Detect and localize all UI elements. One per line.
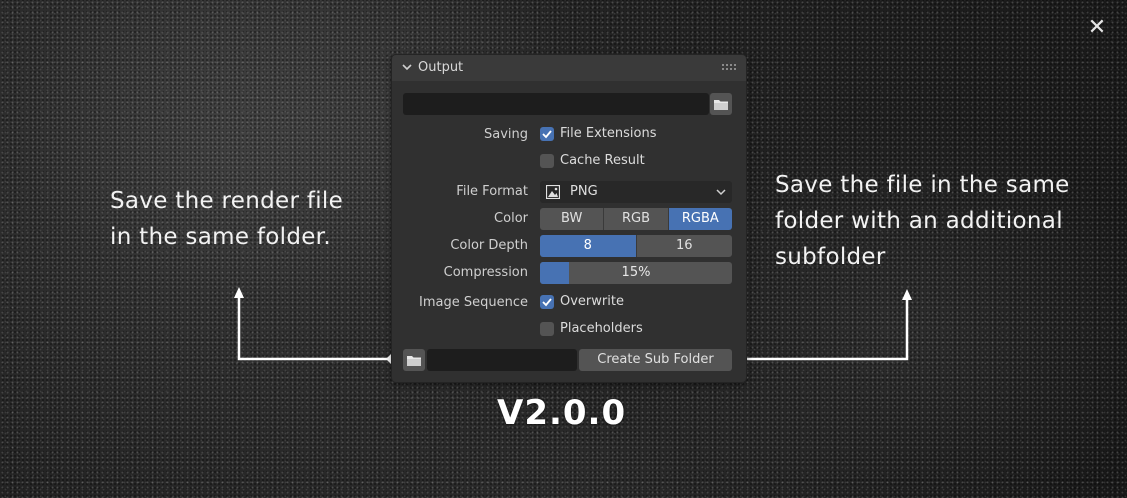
sub-folder-browse-button[interactable] bbox=[403, 349, 425, 371]
compression-value: 15% bbox=[621, 265, 651, 280]
checkmark-icon bbox=[542, 298, 552, 307]
file-format-dropdown[interactable]: PNG bbox=[540, 181, 732, 203]
image-sequence-label: Image Sequence bbox=[419, 295, 528, 310]
color-mode-selector: BW RGB RGBA bbox=[540, 208, 732, 230]
panel-header[interactable]: Output bbox=[392, 55, 746, 81]
cache-result-label: Cache Result bbox=[560, 153, 645, 168]
version-label: V2.0.0 bbox=[497, 393, 627, 433]
file-extensions-label: File Extensions bbox=[560, 126, 657, 141]
color-depth-option-8[interactable]: 8 bbox=[540, 235, 637, 257]
file-extensions-checkbox[interactable] bbox=[540, 127, 554, 141]
placeholders-label: Placeholders bbox=[560, 321, 643, 336]
sub-folder-path-field[interactable] bbox=[427, 349, 577, 371]
checkmark-icon bbox=[542, 130, 552, 139]
color-depth-option-16[interactable]: 16 bbox=[636, 235, 732, 257]
output-panel: Output Saving File Extensions Cache Resu… bbox=[392, 55, 746, 382]
compression-label: Compression bbox=[443, 265, 528, 280]
placeholders-checkbox[interactable] bbox=[540, 322, 554, 336]
color-option-rgb[interactable]: RGB bbox=[604, 208, 669, 230]
color-option-rgba[interactable]: RGBA bbox=[668, 208, 732, 230]
overwrite-checkbox[interactable] bbox=[540, 295, 554, 309]
color-depth-selector: 8 16 bbox=[540, 235, 732, 257]
panel-title: Output bbox=[418, 60, 464, 75]
color-option-bw[interactable]: BW bbox=[540, 208, 605, 230]
folder-icon bbox=[407, 355, 421, 366]
folder-icon bbox=[714, 99, 728, 110]
close-icon[interactable]: ✕ bbox=[1086, 17, 1108, 39]
compression-slider[interactable]: 15% bbox=[540, 262, 732, 284]
left-caption: Save the render file in the same folder. bbox=[110, 188, 344, 250]
chevron-down-icon bbox=[716, 189, 726, 196]
file-format-label: File Format bbox=[456, 184, 528, 199]
output-path-field[interactable] bbox=[403, 93, 709, 115]
create-sub-folder-button[interactable]: Create Sub Folder bbox=[579, 349, 732, 371]
cache-result-checkbox[interactable] bbox=[540, 154, 554, 168]
chevron-down-icon[interactable] bbox=[401, 61, 413, 73]
overwrite-label: Overwrite bbox=[560, 294, 624, 309]
right-caption: Save the file in the same folder with an… bbox=[775, 172, 1070, 270]
grip-icon[interactable] bbox=[722, 64, 736, 72]
color-depth-label: Color Depth bbox=[450, 238, 528, 253]
saving-label: Saving bbox=[483, 127, 528, 142]
image-icon bbox=[546, 185, 560, 199]
color-label: Color bbox=[494, 211, 528, 226]
browse-folder-button[interactable] bbox=[710, 93, 732, 115]
file-format-value: PNG bbox=[570, 184, 598, 199]
